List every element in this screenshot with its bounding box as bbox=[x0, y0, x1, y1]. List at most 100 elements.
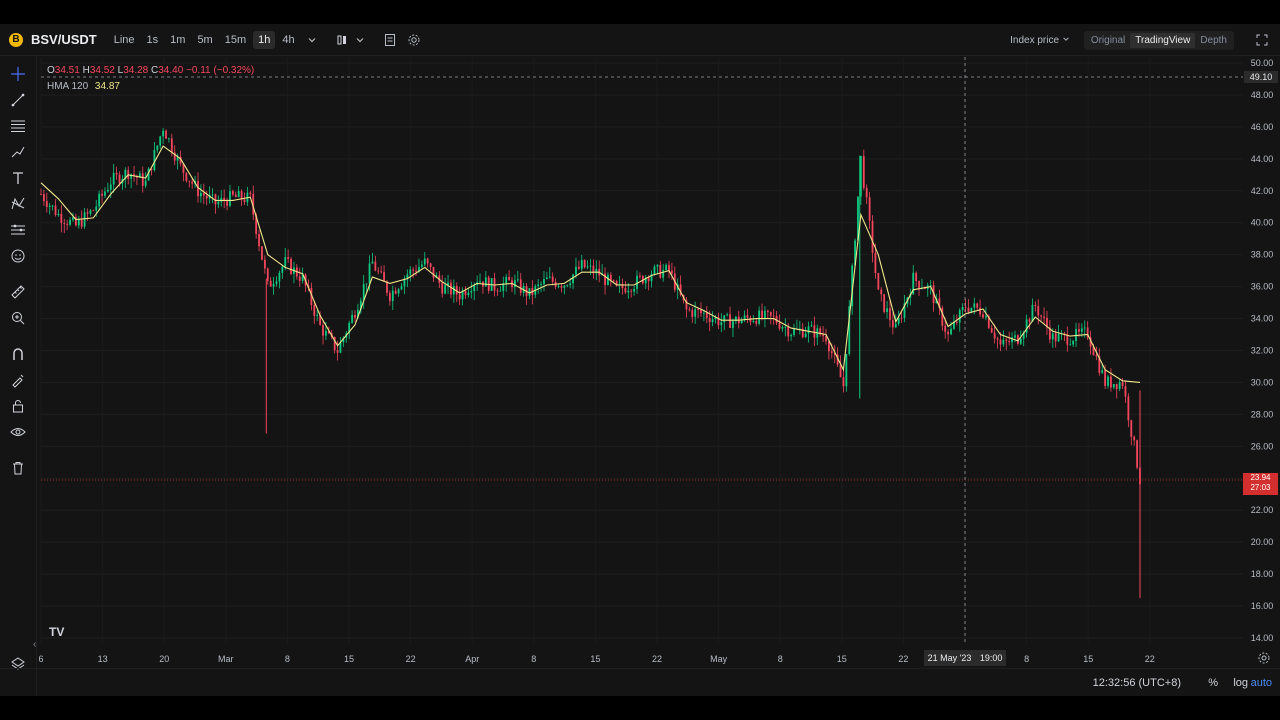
candle-body bbox=[1110, 376, 1112, 388]
candle-body bbox=[426, 258, 429, 264]
candle-body bbox=[545, 277, 548, 280]
candle-body bbox=[871, 220, 874, 253]
candle-body bbox=[769, 312, 772, 316]
candle-body bbox=[86, 212, 89, 214]
candle-body bbox=[118, 174, 121, 184]
candle-body bbox=[144, 180, 147, 186]
candle-body bbox=[57, 213, 60, 216]
candle-body bbox=[1127, 396, 1130, 421]
candle-body bbox=[243, 199, 246, 203]
price-tick-label: 34.00 bbox=[1251, 314, 1274, 324]
candle-body bbox=[514, 280, 516, 288]
price-tick-label: 20.00 bbox=[1251, 537, 1274, 547]
candle-body bbox=[365, 283, 368, 285]
candles-layer bbox=[40, 127, 1141, 599]
candle-body bbox=[1051, 333, 1054, 340]
auto-scale-toggle[interactable]: auto bbox=[1251, 677, 1272, 689]
price-tick-label: 18.00 bbox=[1251, 569, 1274, 579]
candle-body bbox=[668, 264, 670, 271]
candle-body bbox=[563, 285, 566, 288]
candle-body bbox=[665, 264, 667, 271]
candle-body bbox=[1043, 316, 1045, 318]
candle-body bbox=[804, 333, 807, 338]
candle-body bbox=[889, 308, 891, 321]
candle-body bbox=[43, 194, 45, 202]
price-tick-label: 50.00 bbox=[1251, 58, 1274, 68]
candle-body bbox=[95, 206, 98, 211]
candle-body bbox=[755, 320, 758, 324]
crosshair-date: 21 May '23 bbox=[927, 653, 972, 663]
time-axis-settings-icon[interactable] bbox=[1254, 648, 1274, 668]
candle-body bbox=[993, 332, 996, 339]
candle-body bbox=[662, 270, 665, 278]
candle-body bbox=[886, 308, 888, 312]
log-scale-toggle[interactable]: log bbox=[1233, 677, 1248, 689]
open-label: O bbox=[47, 65, 55, 76]
candle-body bbox=[961, 307, 964, 311]
candle-body bbox=[807, 326, 810, 334]
candle-body bbox=[412, 269, 415, 271]
candle-body bbox=[711, 319, 714, 323]
candle-body bbox=[205, 195, 208, 199]
candle-body bbox=[1112, 384, 1115, 388]
time-tick-label: Mar bbox=[218, 654, 234, 664]
candle-body bbox=[397, 289, 400, 294]
collapse-toolbar-icon[interactable]: ‹ bbox=[33, 636, 41, 654]
candle-body bbox=[165, 130, 167, 139]
candle-body bbox=[162, 130, 165, 137]
candle-body bbox=[496, 290, 499, 292]
time-tick-label: 20 bbox=[159, 654, 169, 664]
candle-body bbox=[604, 273, 606, 285]
percent-scale-toggle[interactable]: % bbox=[1208, 677, 1218, 689]
candle-body bbox=[217, 201, 220, 205]
indicator-name[interactable]: HMA 120 bbox=[47, 81, 88, 92]
candle-body bbox=[580, 259, 583, 269]
crosshair-price-tag: 49.10 bbox=[1244, 71, 1278, 83]
candle-body bbox=[874, 252, 877, 274]
price-chart[interactable]: 50.00 48.00 46.00 44.00 42.00 40.00 38.00 36.00… bbox=[0, 24, 1280, 696]
candle-body bbox=[1057, 333, 1060, 342]
candle-body bbox=[944, 325, 947, 332]
candle-body bbox=[976, 303, 979, 308]
candle-body bbox=[551, 276, 554, 282]
price-tick-label: 48.00 bbox=[1251, 90, 1274, 100]
price-tick-label: 14.00 bbox=[1251, 633, 1274, 643]
price-tick-label: 36.00 bbox=[1251, 282, 1274, 292]
candle-body bbox=[990, 327, 993, 333]
candle-body bbox=[40, 193, 42, 195]
candle-body bbox=[732, 321, 734, 328]
candle-body bbox=[749, 317, 752, 322]
candle-body bbox=[231, 191, 234, 195]
candle-body bbox=[234, 194, 237, 198]
clock-display[interactable]: 12:32:56 (UTC+8) bbox=[1093, 677, 1181, 689]
candle-body bbox=[493, 278, 496, 291]
candle-body bbox=[575, 266, 577, 275]
candle-body bbox=[967, 307, 970, 312]
time-tick-label: 22 bbox=[898, 654, 908, 664]
price-tick-label: 28.00 bbox=[1251, 409, 1274, 419]
candle-body bbox=[415, 270, 417, 272]
candle-body bbox=[621, 283, 624, 289]
candle-body bbox=[842, 377, 845, 387]
candle-body bbox=[467, 292, 470, 296]
candle-body bbox=[688, 309, 691, 311]
candle-body bbox=[880, 289, 883, 295]
candle-body bbox=[229, 191, 231, 206]
candle-body bbox=[188, 180, 191, 182]
time-tick-label: 22 bbox=[652, 654, 662, 664]
candle-body bbox=[694, 309, 697, 317]
time-tick-label: 6 bbox=[38, 654, 43, 664]
candle-body bbox=[572, 274, 574, 284]
close-value: 34.40 bbox=[158, 65, 184, 76]
candle-body bbox=[104, 191, 106, 196]
candle-body bbox=[764, 310, 766, 318]
candle-body bbox=[1019, 338, 1022, 344]
candle-body bbox=[394, 290, 397, 294]
candle-body bbox=[1095, 355, 1098, 357]
candle-body bbox=[45, 201, 48, 207]
chart-grid bbox=[40, 57, 1243, 644]
time-tick-label: 8 bbox=[778, 654, 783, 664]
candle-body bbox=[336, 350, 339, 353]
candle-body bbox=[450, 282, 452, 295]
candle-body bbox=[752, 320, 755, 322]
